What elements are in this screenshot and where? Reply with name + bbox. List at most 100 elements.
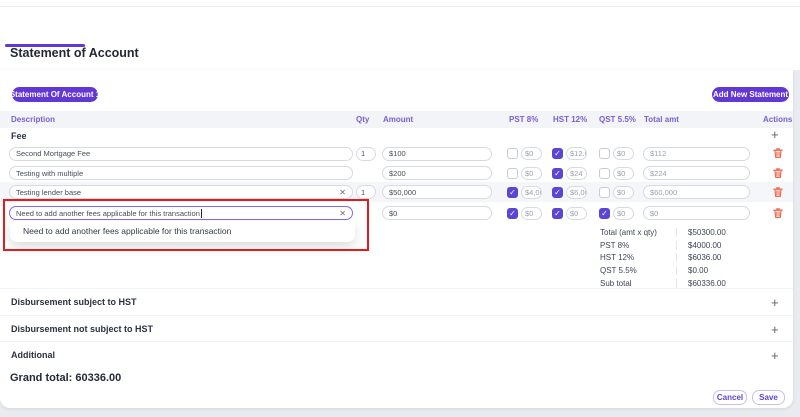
pst-checkbox[interactable]: ✓ [507,187,518,198]
hst-checkbox[interactable]: ✓ [552,148,563,159]
pst-checkbox[interactable] [507,148,518,159]
trash-icon [772,186,784,198]
qst-checkbox[interactable] [599,168,610,179]
add-new-statement-button[interactable]: Add New Statement [712,87,789,102]
amount-input[interactable]: $0 [382,206,492,220]
amount-input[interactable]: $100 [382,147,492,161]
summary-label: Total (amt x qty) [600,228,676,237]
hst-checkbox[interactable]: ✓ [552,208,563,219]
section-label: Additional [11,350,55,360]
cancel-button[interactable]: Cancel [713,390,747,405]
amount-input[interactable]: $200 [382,166,492,180]
qst-value-input[interactable]: $0 [613,186,634,199]
description-input[interactable]: Second Mortgage Fee [9,147,353,161]
pst-checkbox[interactable]: ✓ [507,208,518,219]
summary-row: HST 12% $6036.00 [600,251,760,264]
pst-value-input[interactable]: $0 [521,207,542,220]
trash-icon [772,207,784,219]
col-amount: Amount [383,115,413,124]
total-amt-input[interactable]: $0 [643,206,750,220]
summary-label: QST 5.5% [600,266,676,275]
qst-value-input[interactable]: $0 [613,167,634,180]
summary-label: HST 12% [600,253,676,262]
delete-row-button[interactable] [772,147,784,159]
trash-icon [772,147,784,159]
add-fee-row-plus-icon[interactable]: + [771,128,779,141]
col-description: Description [11,115,55,124]
fee-row: Testing with multiple $200 $0 ✓ $24 $0 $… [0,163,793,183]
autocomplete-suggestion[interactable]: Need to add another fees applicable for … [10,221,355,242]
section-row: Additional + [0,341,793,368]
hst-value-input[interactable]: $6,000 [566,186,587,199]
text-caret [201,209,202,218]
hst-value-input[interactable]: $12.00 [566,147,587,160]
trash-icon [772,167,784,179]
col-total-amt: Total amt [644,115,679,124]
autocomplete-dropdown: Need to add another fees applicable for … [10,221,355,242]
qty-input[interactable]: 1 [356,185,376,199]
top-bar: Statement of Account [0,0,800,70]
qty-input[interactable]: 1 [356,147,376,161]
section-row: Disbursement not subject to HST + [0,315,793,342]
amount-input[interactable]: $50,000 [382,185,492,199]
summary-value: $60336.00 [676,279,760,288]
summary-label: PST 8% [600,241,676,250]
total-amt-input[interactable]: $112 [643,147,750,161]
pst-value-input[interactable]: $4,000 [521,186,542,199]
clear-icon[interactable]: ✕ [335,188,346,197]
description-text: Testing with multiple [16,169,83,178]
section-label: Disbursement subject to HST [11,297,137,307]
fee-section-label: Fee [11,131,27,141]
col-actions: Actions [763,115,792,124]
hst-value-input[interactable]: $24 [566,167,587,180]
hst-value-input[interactable]: $0 [566,207,587,220]
summary-row: PST 8% $4000.00 [600,239,760,252]
section-row: Disbursement subject to HST + [0,288,793,315]
pst-value-input[interactable]: $0 [521,167,542,180]
hst-checkbox[interactable]: ✓ [552,187,563,198]
delete-row-button[interactable] [772,167,784,179]
delete-row-button[interactable] [772,186,784,198]
statement-of-account-1-button[interactable]: Statement Of Account 1 [12,87,98,102]
col-qty: Qty [356,115,369,124]
save-button[interactable]: Save [752,390,785,405]
description-input[interactable]: Testing lender base ✕ [9,185,353,199]
pst-value-input[interactable]: $0 [521,147,542,160]
table-header-row: Description Qty Amount PST 8% HST 12% QS… [0,111,793,128]
total-amt-input[interactable]: $60,000 [643,185,750,199]
qst-checkbox[interactable] [599,187,610,198]
hst-checkbox[interactable]: ✓ [552,168,563,179]
delete-row-button[interactable] [772,207,784,219]
add-section-row-plus-icon[interactable]: + [771,349,779,362]
col-hst: HST 12% [553,115,587,124]
add-section-row-plus-icon[interactable]: + [771,323,779,336]
totals-summary: Total (amt x qty) $50300.00 PST 8% $4000… [600,226,760,289]
tab-bar [0,13,800,35]
add-section-row-plus-icon[interactable]: + [771,296,779,309]
description-input[interactable]: Testing with multiple [9,166,353,180]
summary-value: $50300.00 [676,228,760,237]
summary-row: QST 5.5% $0.00 [600,264,760,277]
top-divider [0,6,800,7]
description-text: Need to add another fees applicable for … [16,209,200,218]
fee-row: Testing lender base ✕ 1 $50,000 ✓ $4,000… [0,182,793,202]
pst-checkbox[interactable] [507,168,518,179]
description-input[interactable]: Need to add another fees applicable for … [9,206,353,220]
description-text: Testing lender base [16,188,81,197]
col-pst: PST 8% [509,115,538,124]
statement-card: Statement Of Account 1 Add New Statement… [0,70,793,408]
total-amt-input[interactable]: $224 [643,166,750,180]
grand-total: Grand total: 60336.00 [10,372,121,384]
fee-row: Second Mortgage Fee 1 $100 $0 ✓ $12.00 $… [0,143,793,163]
qst-value-input[interactable]: $0 [613,207,634,220]
clear-icon[interactable]: ✕ [335,209,346,218]
page-title: Statement of Account [10,46,139,60]
summary-value: $4000.00 [676,241,760,250]
section-label: Disbursement not subject to HST [11,324,153,334]
qst-checkbox[interactable]: ✓ [599,208,610,219]
qst-checkbox[interactable] [599,148,610,159]
qst-value-input[interactable]: $0 [613,147,634,160]
summary-value: $6036.00 [676,253,760,262]
description-text: Second Mortgage Fee [16,149,90,158]
col-qst: QST 5.5% [599,115,636,124]
